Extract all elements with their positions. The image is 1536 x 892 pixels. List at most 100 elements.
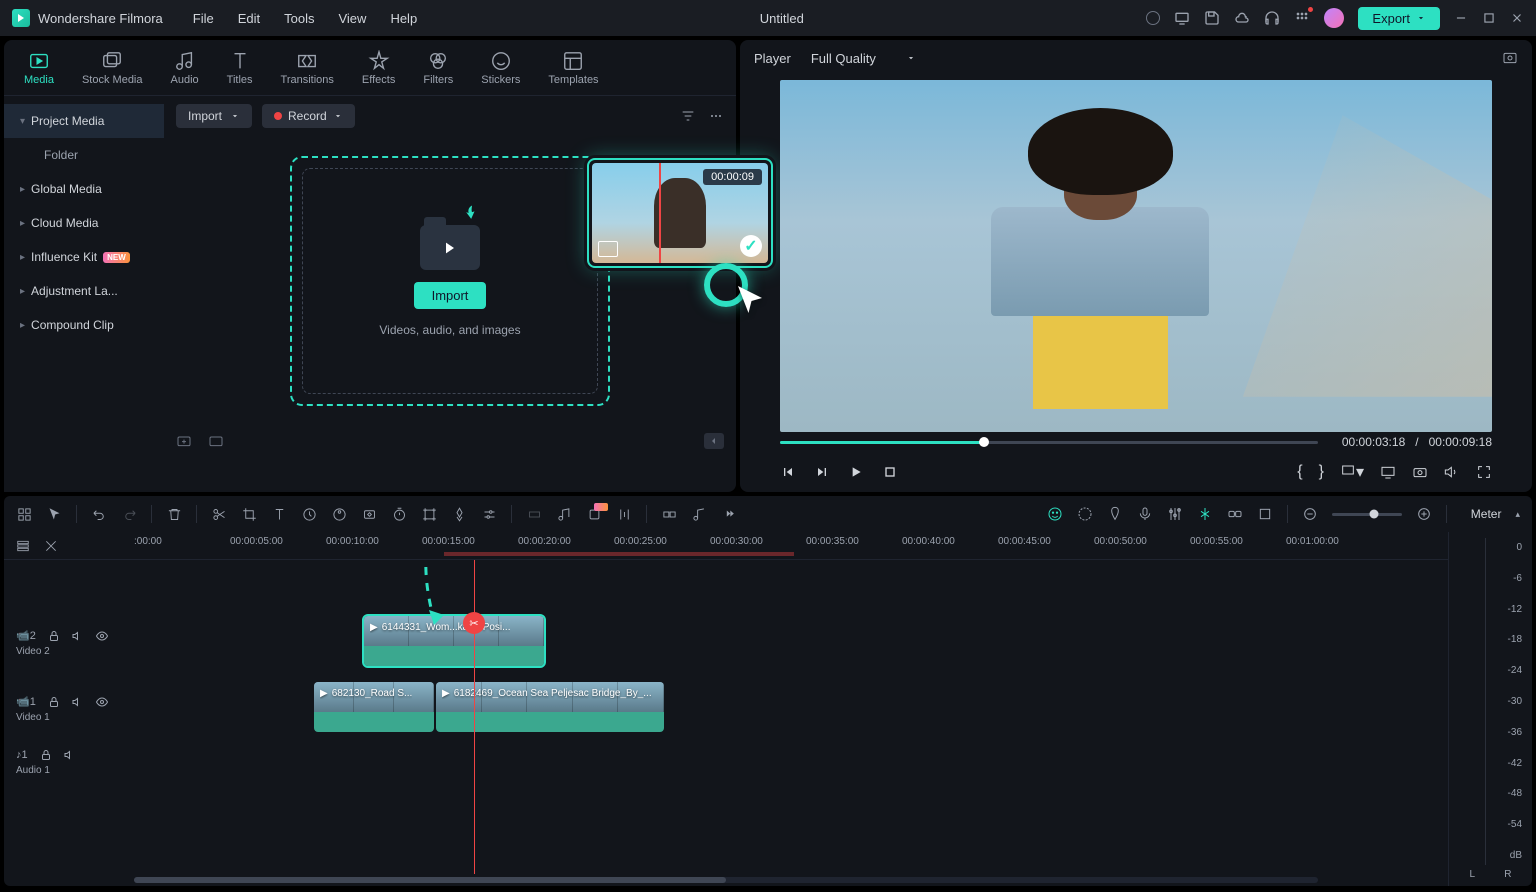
auto-ripple-icon[interactable] (44, 539, 58, 553)
crop-icon[interactable] (241, 507, 257, 522)
collapse-sidebar-icon[interactable] (704, 433, 724, 449)
fullscreen-icon[interactable] (1476, 464, 1492, 480)
maximize-icon[interactable] (1482, 11, 1496, 25)
split-icon[interactable] (211, 507, 227, 522)
save-icon[interactable] (1204, 10, 1220, 26)
volume-icon[interactable] (1444, 464, 1460, 480)
color-icon[interactable] (331, 507, 347, 522)
undo-icon[interactable] (91, 507, 107, 522)
select-tool-icon[interactable] (46, 507, 62, 522)
tab-media[interactable]: Media (24, 50, 54, 86)
music-beat-icon[interactable] (691, 507, 707, 522)
sidebar-compound-clip[interactable]: ▸Compound Clip (4, 308, 164, 342)
user-avatar[interactable] (1324, 8, 1344, 28)
track-mute-icon[interactable] (72, 630, 84, 642)
menu-file[interactable]: File (193, 11, 214, 26)
zoom-out-icon[interactable] (1302, 506, 1318, 522)
track-visible-icon[interactable] (96, 630, 108, 642)
device-icon[interactable] (1174, 10, 1190, 26)
close-icon[interactable] (1510, 11, 1524, 25)
sidebar-adjustment-layer[interactable]: ▸Adjustment La... (4, 274, 164, 308)
video-preview[interactable] (780, 80, 1492, 432)
zoom-slider[interactable] (1332, 513, 1402, 516)
track-lock-icon[interactable] (48, 696, 60, 708)
export-button[interactable]: Export (1358, 7, 1440, 30)
speed-icon[interactable] (301, 507, 317, 522)
keyframe-icon[interactable] (361, 507, 377, 522)
track-options-icon[interactable] (16, 539, 30, 553)
meter-label[interactable]: Meter (1471, 507, 1502, 521)
track-visible-icon[interactable] (96, 696, 108, 708)
group-icon[interactable] (661, 507, 677, 522)
marker-icon[interactable] (1107, 506, 1123, 522)
tab-effects[interactable]: Effects (362, 50, 395, 86)
menu-tools[interactable]: Tools (284, 11, 314, 26)
crop-timeline-icon[interactable] (1257, 506, 1273, 522)
track-lock-icon[interactable] (40, 749, 52, 761)
redo-icon[interactable] (121, 507, 137, 522)
next-frame-icon[interactable] (814, 464, 830, 480)
more-icon[interactable] (708, 108, 724, 124)
new-folder-icon[interactable] (176, 433, 192, 449)
aspect-icon[interactable]: ▾ (1340, 462, 1364, 482)
import-drop-zone[interactable]: Import Videos, audio, and images 00:00:0… (290, 156, 610, 406)
green-screen-icon[interactable] (451, 507, 467, 522)
quality-dropdown[interactable]: Full Quality (811, 51, 916, 66)
apps-icon[interactable] (1294, 10, 1310, 26)
playhead[interactable]: ✂ (474, 560, 475, 874)
play-icon[interactable] (848, 464, 864, 480)
minimize-icon[interactable] (1454, 11, 1468, 25)
timeline-scrollbar[interactable] (4, 874, 1448, 886)
delete-icon[interactable] (166, 507, 182, 522)
menu-view[interactable]: View (338, 11, 366, 26)
sidebar-folder[interactable]: Folder (4, 138, 164, 172)
record-status-icon[interactable] (1146, 11, 1160, 25)
text-icon[interactable] (271, 507, 287, 522)
menu-help[interactable]: Help (390, 11, 417, 26)
track-lock-icon[interactable] (48, 630, 60, 642)
sidebar-influence-kit[interactable]: ▸Influence KitNEW (4, 240, 164, 274)
detach-audio-icon[interactable] (556, 507, 572, 522)
audio-stretch-icon[interactable] (526, 507, 542, 522)
time-ruler[interactable]: :00:00 00:00:05:00 00:00:10:00 00:00:15:… (134, 532, 1448, 559)
tab-filters[interactable]: Filters (423, 50, 453, 86)
tab-templates[interactable]: Templates (548, 50, 598, 86)
mark-out-icon[interactable]: } (1319, 463, 1324, 481)
stop-icon[interactable] (882, 464, 898, 480)
expand-icon[interactable] (721, 507, 737, 522)
render-icon[interactable] (1077, 506, 1093, 522)
duration-icon[interactable] (391, 507, 407, 522)
import-dropdown[interactable]: Import (176, 104, 252, 128)
record-dropdown[interactable]: Record (262, 104, 355, 128)
sidebar-project-media[interactable]: ▾Project Media (4, 104, 164, 138)
playback-progress[interactable] (780, 441, 1318, 444)
prev-frame-icon[interactable] (780, 464, 796, 480)
layout-icon[interactable] (16, 507, 32, 522)
snapshot-settings-icon[interactable] (1502, 50, 1518, 66)
sidebar-cloud-media[interactable]: ▸Cloud Media (4, 206, 164, 240)
new-bin-icon[interactable] (208, 433, 224, 449)
media-thumbnail[interactable]: 00:00:09 ✓ (587, 158, 773, 268)
face-icon[interactable] (1047, 506, 1063, 522)
snap-icon[interactable] (1197, 506, 1213, 522)
display-icon[interactable] (1380, 464, 1396, 480)
frame-icon[interactable] (421, 507, 437, 522)
tab-audio[interactable]: Audio (171, 50, 199, 86)
tab-stock-media[interactable]: Stock Media (82, 50, 143, 86)
ai-audio-icon[interactable] (586, 507, 602, 522)
track-mute-icon[interactable] (72, 696, 84, 708)
clip-video1-b[interactable]: ▶ 6182469_Ocean Sea Peljesac Bridge_By_.… (436, 682, 664, 732)
import-button[interactable]: Import (414, 282, 487, 309)
mark-in-icon[interactable]: { (1297, 463, 1302, 481)
clip-video1-a[interactable]: ▶ 682130_Road S... (314, 682, 434, 732)
zoom-in-icon[interactable] (1416, 506, 1432, 522)
link-icon[interactable] (1227, 506, 1243, 522)
voiceover-icon[interactable] (1137, 506, 1153, 522)
adjust-icon[interactable] (481, 507, 497, 522)
tab-titles[interactable]: Titles (227, 50, 253, 86)
menu-edit[interactable]: Edit (238, 11, 260, 26)
filter-icon[interactable] (680, 108, 696, 124)
scissors-icon[interactable]: ✂ (463, 612, 485, 634)
cloud-icon[interactable] (1234, 10, 1250, 26)
audio-mix-icon[interactable] (616, 507, 632, 522)
